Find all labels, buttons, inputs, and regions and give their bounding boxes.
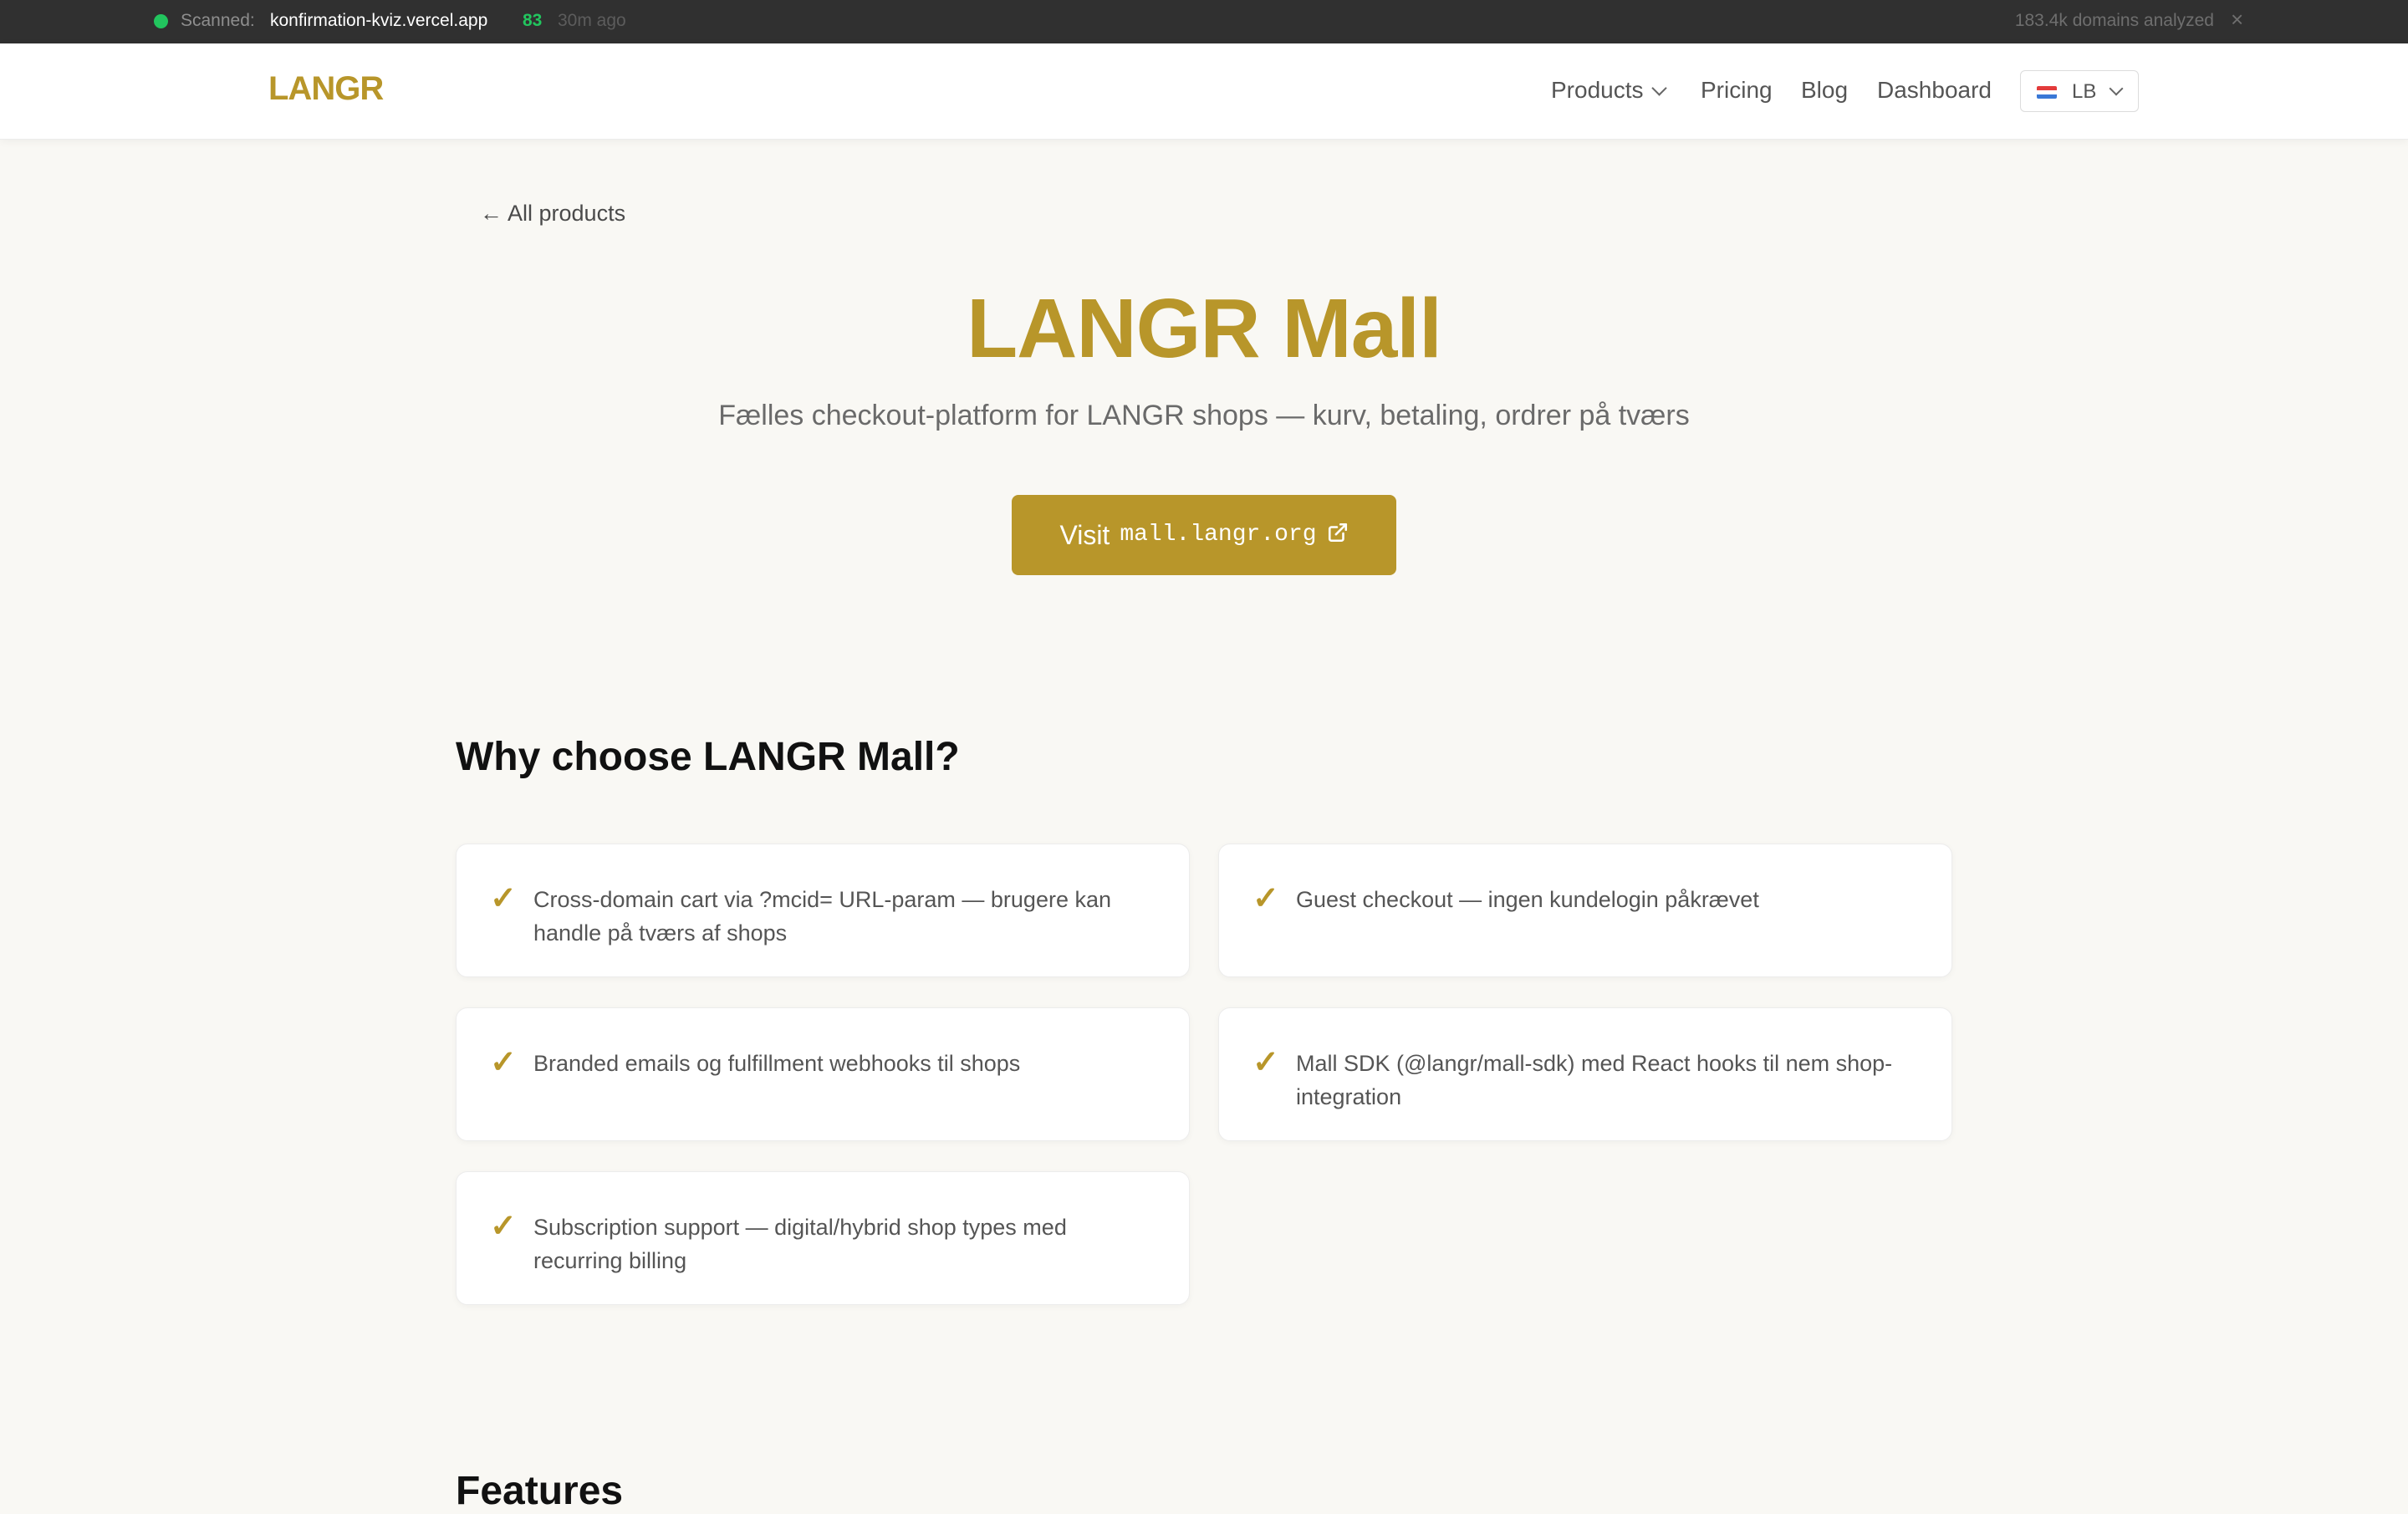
- scan-banner: Scanned: konfirmation-kviz.vercel.app 83…: [0, 0, 2408, 43]
- check-icon: ✓: [1252, 1045, 1279, 1080]
- back-to-products-link[interactable]: ← All products: [480, 201, 625, 227]
- benefit-card: ✓ Mall SDK (@langr/mall-sdk) med React h…: [1218, 1007, 1952, 1141]
- page-subtitle: Fælles checkout-platform for LANGR shops…: [718, 400, 1690, 431]
- nav-blog[interactable]: Blog: [1801, 77, 1848, 104]
- benefit-text: Cross-domain cart via ?mcid= URL-param —…: [533, 887, 1112, 946]
- benefit-card: ✓ Branded emails og fulfillment webhooks…: [456, 1007, 1190, 1141]
- main-navbar: LANGR Products Pricing Blog Dashboard LB: [0, 43, 2408, 140]
- language-code: LB: [2072, 80, 2097, 103]
- benefit-text: Subscription support — digital/hybrid sh…: [533, 1215, 1067, 1273]
- check-icon: ✓: [1252, 881, 1279, 916]
- chevron-down-icon: [1650, 80, 1667, 96]
- benefit-text: Branded emails og fulfillment webhooks t…: [533, 1051, 1021, 1076]
- scanned-label: Scanned:: [181, 11, 255, 30]
- nav-pricing[interactable]: Pricing: [1701, 77, 1773, 104]
- check-icon: ✓: [490, 881, 517, 916]
- why-choose-heading: Why choose LANGR Mall?: [456, 735, 960, 779]
- flag-icon: [2037, 86, 2057, 99]
- scanned-domain[interactable]: konfirmation-kviz.vercel.app: [270, 11, 487, 31]
- visit-url: mall.langr.org: [1120, 522, 1317, 548]
- scan-score: 83: [523, 11, 543, 30]
- external-link-icon: [1328, 523, 1347, 543]
- visit-site-button[interactable]: Visit mall.langr.org: [1012, 495, 1396, 575]
- visit-label: Visit: [1059, 520, 1110, 550]
- nav-products-label: Products: [1551, 77, 1644, 103]
- check-icon: ✓: [490, 1045, 517, 1080]
- nav-dashboard[interactable]: Dashboard: [1877, 77, 1992, 104]
- page-title: LANGR Mall: [967, 282, 1442, 375]
- features-heading: Features: [456, 1469, 624, 1513]
- scan-time: 30m ago: [558, 11, 626, 30]
- benefit-text: Mall SDK (@langr/mall-sdk) med React hoo…: [1296, 1051, 1893, 1109]
- language-selector[interactable]: LB: [2020, 70, 2139, 112]
- benefit-card: ✓ Cross-domain cart via ?mcid= URL-param…: [456, 844, 1190, 977]
- benefit-card: ✓ Subscription support — digital/hybrid …: [456, 1171, 1190, 1305]
- chevron-down-icon: [2109, 81, 2124, 96]
- benefit-text: Guest checkout — ingen kundelogin påkræv…: [1296, 887, 1759, 912]
- nav-products[interactable]: Products: [1551, 77, 1667, 104]
- close-icon[interactable]: ×: [2231, 7, 2243, 33]
- logo[interactable]: LANGR: [268, 70, 384, 108]
- benefit-card: ✓ Guest checkout — ingen kundelogin påkr…: [1218, 844, 1952, 977]
- check-icon: ✓: [490, 1209, 517, 1244]
- status-dot-icon: [154, 14, 168, 28]
- domains-analyzed: 183.4k domains analyzed: [2014, 11, 2214, 30]
